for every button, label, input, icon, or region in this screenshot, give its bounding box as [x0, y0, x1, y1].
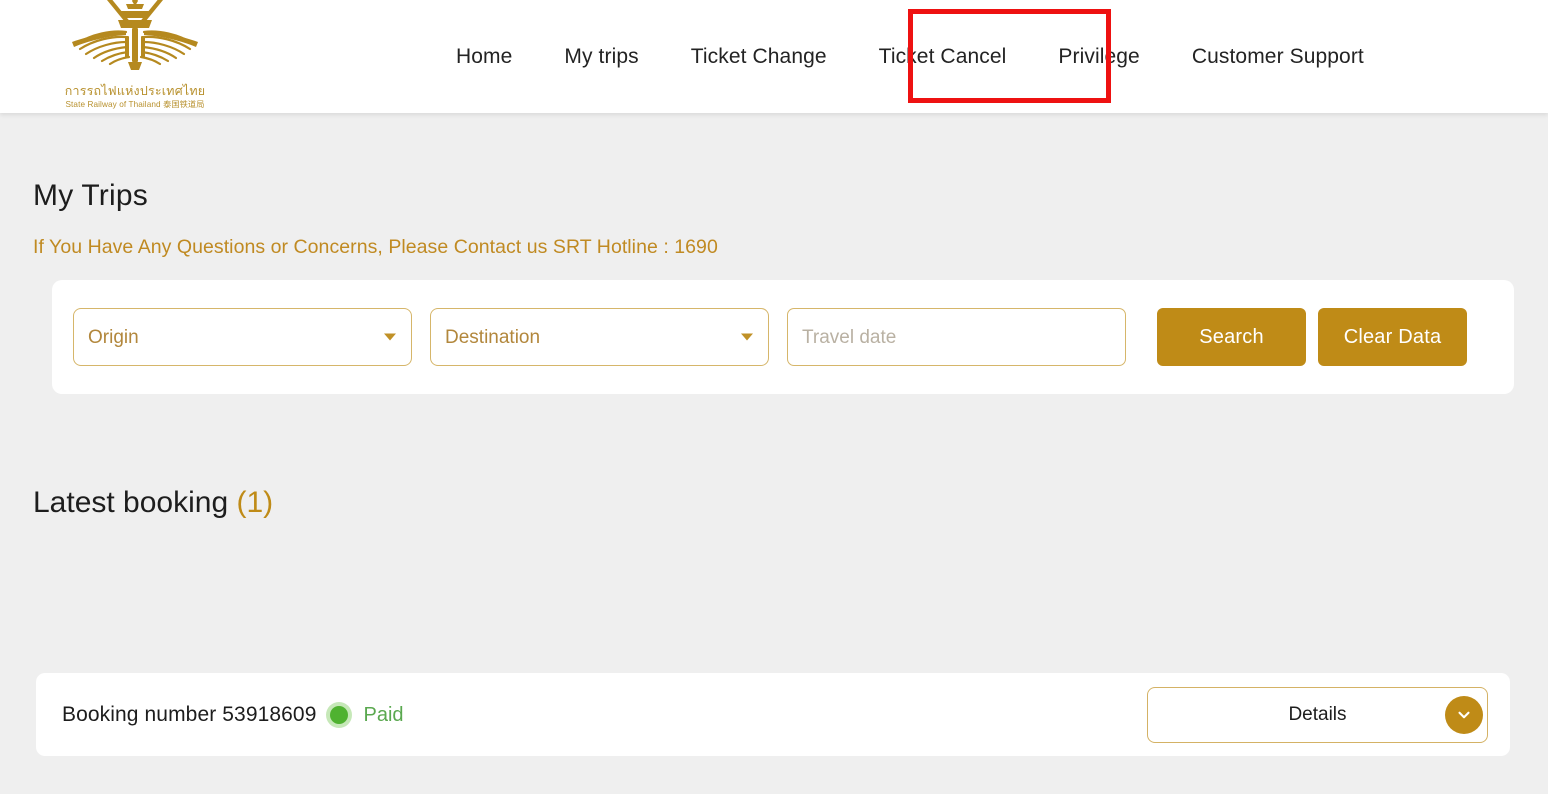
- latest-booking-count: (1): [236, 486, 274, 519]
- logo-english-text: State Railway of Thailand 泰国铁道局: [65, 98, 204, 110]
- site-header: การรถไฟแห่งประเทศไทย State Railway of Th…: [0, 0, 1548, 113]
- booking-number: Booking number 53918609: [62, 703, 317, 726]
- nav-item-customer-support[interactable]: Customer Support: [1166, 46, 1390, 67]
- details-button[interactable]: Details: [1147, 686, 1488, 743]
- nav-item-ticket-cancel[interactable]: Ticket Cancel: [853, 46, 1033, 67]
- search-button[interactable]: Search: [1157, 308, 1306, 366]
- nav-item-ticket-change[interactable]: Ticket Change: [665, 46, 853, 67]
- destination-select[interactable]: Destination: [430, 308, 769, 366]
- main-navigation: Home My trips Ticket Change Ticket Cance…: [430, 0, 1390, 113]
- travel-date-placeholder: Travel date: [802, 326, 897, 348]
- trip-search-panel: Origin Destination Travel date Search Cl…: [52, 280, 1514, 394]
- origin-placeholder: Origin: [88, 326, 139, 348]
- chevron-down-icon: [384, 333, 396, 341]
- travel-date-input[interactable]: Travel date: [787, 308, 1126, 366]
- logo-chinese-label: 泰国铁道局: [163, 99, 205, 109]
- nav-item-my-trips[interactable]: My trips: [538, 46, 664, 67]
- srt-logo[interactable]: การรถไฟแห่งประเทศไทย State Railway of Th…: [60, 0, 210, 110]
- nav-item-home[interactable]: Home: [430, 46, 538, 67]
- status-badge: Paid: [363, 703, 404, 726]
- hotline-notice: If You Have Any Questions or Concerns, P…: [33, 236, 718, 258]
- logo-thai-text: การรถไฟแห่งประเทศไทย: [64, 82, 206, 98]
- chevron-down-circle-icon[interactable]: [1445, 695, 1483, 734]
- booking-row: Booking number 53918609 Paid Details: [36, 673, 1510, 756]
- origin-select[interactable]: Origin: [73, 308, 412, 366]
- destination-placeholder: Destination: [445, 326, 541, 348]
- page-title: My Trips: [33, 179, 148, 212]
- nav-item-privilege[interactable]: Privilege: [1032, 46, 1165, 67]
- clear-data-button[interactable]: Clear Data: [1318, 308, 1467, 366]
- main-content: My Trips If You Have Any Questions or Co…: [0, 113, 1548, 794]
- chevron-down-icon: [741, 333, 753, 341]
- garuda-winged-emblem-icon: [60, 0, 210, 84]
- latest-booking-label: Latest booking: [33, 486, 229, 519]
- logo-en-label: State Railway of Thailand: [65, 100, 161, 109]
- details-button-label: Details: [1288, 704, 1347, 725]
- status-indicator-icon: [329, 705, 348, 724]
- booking-summary: Booking number 53918609 Paid: [62, 704, 404, 725]
- latest-booking-heading: Latest booking (1): [33, 488, 273, 518]
